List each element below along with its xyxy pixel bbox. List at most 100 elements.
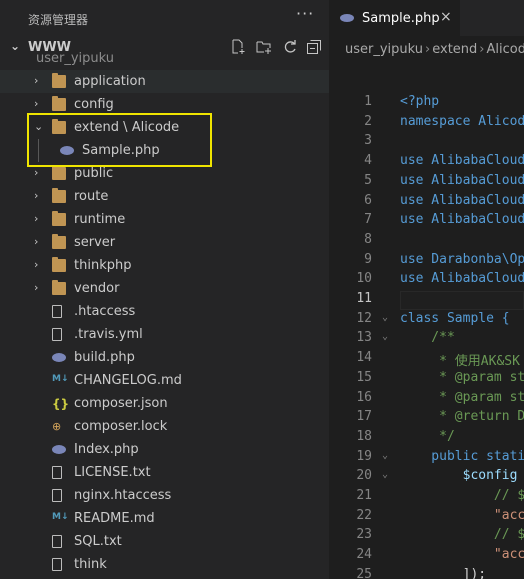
line-number: 24 [356,547,372,563]
php-file-icon [52,353,66,362]
line-number: 3 [364,133,372,149]
fold-chevron-icon[interactable]: ⌄ [382,312,388,323]
tree-item-config[interactable]: › config [0,93,329,116]
tree-item-extend-alicode[interactable]: ⌄ extend \ Alicode [0,116,329,139]
new-file-icon[interactable] [229,39,247,57]
tree-item-composer-lock[interactable]: ⊕ composer.lock [0,415,329,438]
tree-item-index-php[interactable]: Index.php [0,438,329,461]
tree-item-label: Index.php [74,442,139,457]
line-number: 1 [364,94,372,109]
folder-icon [52,211,66,226]
tree-item-public[interactable]: › public [0,162,329,185]
chevron-right-icon[interactable]: › [34,212,38,225]
code-line: /** [400,330,455,346]
tree-item-runtime[interactable]: › runtime [0,208,329,231]
code-line: use AlibabaCloud [400,212,524,228]
chevron-right-icon: › [479,42,485,57]
line-number: 8 [364,231,372,247]
tree-item-sample-php[interactable]: Sample.php [0,139,329,162]
code-line: public stati [400,448,524,464]
tree-item-label: route [74,189,109,204]
file-icon [52,535,62,548]
line-number: 25 [356,566,372,579]
php-file-icon [340,14,354,22]
close-icon[interactable]: × [440,9,452,25]
chevron-right-icon[interactable]: › [34,166,38,179]
file-icon [52,305,62,318]
explorer-header: 资源管理器 ··· [0,0,329,36]
new-folder-icon[interactable] [255,39,273,57]
chevron-down-icon: ⌄ [10,39,21,53]
fold-chevron-icon[interactable]: ⌄ [382,450,388,461]
line-number: 12 [356,310,372,326]
breadcrumb-item[interactable]: user_yipuku [345,42,423,57]
workspace-name: WWW [28,40,72,55]
tree-item-license-txt[interactable]: LICENSE.txt [0,461,329,484]
breadcrumb-item[interactable]: Alicode [487,42,524,57]
tree-item-htaccess[interactable]: .htaccess [0,300,329,323]
collapse-all-icon[interactable] [305,39,323,57]
code-line: use AlibabaCloud [400,271,524,287]
workspace-header[interactable]: ⌄ WWW [0,36,329,60]
folder-icon [52,165,66,180]
tree-item-application[interactable]: › application [0,70,329,93]
tree-item-route[interactable]: › route [0,185,329,208]
folder-icon [52,119,66,134]
tree-item-thinkphp[interactable]: › thinkphp [0,254,329,277]
chevron-down-icon[interactable]: ⌄ [34,120,43,133]
fold-chevron-icon[interactable]: ⌄ [382,331,388,342]
tree-item-nginx-htaccess[interactable]: nginx.htaccess [0,484,329,507]
tree-item-vendor[interactable]: › vendor [0,277,329,300]
explorer-title: 资源管理器 [28,13,89,27]
folder-icon [52,73,66,88]
chevron-right-icon[interactable]: › [34,281,38,294]
line-number: 7 [364,212,372,228]
tree-item-label: .travis.yml [74,327,143,342]
chevron-right-icon[interactable]: › [34,258,38,271]
tree-item-travis-yml[interactable]: .travis.yml [0,323,329,346]
chevron-right-icon[interactable]: › [34,97,38,110]
code-line: * 使用AK&SK [400,354,520,370]
php-file-icon [52,445,66,454]
tree-item-label: SQL.txt [74,534,122,549]
tab-sample-php[interactable]: Sample.php × [330,0,460,36]
current-line-highlight [400,291,524,310]
tree-item-changelog-md[interactable]: M↓ CHANGELOG.md [0,369,329,392]
chevron-right-icon[interactable]: › [34,235,38,248]
tab-label: Sample.php [362,11,440,26]
refresh-icon[interactable] [281,39,299,57]
tree-item-label: vendor [74,281,120,296]
tree-item-sql-txt[interactable]: SQL.txt [0,530,329,553]
tree-item-composer-json[interactable]: {} composer.json [0,392,329,415]
code-line: <?php [400,94,440,109]
fold-chevron-icon[interactable]: ⌄ [382,469,388,480]
tree-item-server[interactable]: › server [0,231,329,254]
tree-item-readme-md[interactable]: M↓ README.md [0,507,329,530]
chevron-right-icon[interactable]: › [34,189,38,202]
tree-item-label: CHANGELOG.md [74,373,182,388]
line-number: 18 [356,428,372,444]
tree-item-label: config [74,97,114,112]
code-line: class Sample { [400,310,510,326]
file-icon [52,328,62,341]
line-number: 16 [356,389,372,405]
line-number: 11 [356,291,372,306]
markdown-icon: M↓ [52,512,69,522]
code-line: */ [400,428,455,444]
breadcrumb-item[interactable]: extend [432,42,477,57]
code-line: $config [400,468,518,484]
folder-icon [52,257,66,272]
line-number: 9 [364,251,372,267]
more-actions-icon[interactable]: ··· [296,4,314,23]
chevron-right-icon[interactable]: › [34,74,38,87]
tree-item-build-php[interactable]: build.php [0,346,329,369]
code-line: use AlibabaCloud [400,153,524,169]
breadcrumb: user_yipuku›extend›Alicode [345,42,524,57]
tree-item-label: Sample.php [82,143,160,158]
code-line: use AlibabaCloud [400,192,524,208]
line-number: 17 [356,409,372,425]
line-number: 2 [364,113,372,129]
tree-item-think[interactable]: think [0,553,329,576]
line-number: 14 [356,350,372,366]
explorer-sidebar: 资源管理器 ··· user_yipuku › application › config… [0,0,329,579]
